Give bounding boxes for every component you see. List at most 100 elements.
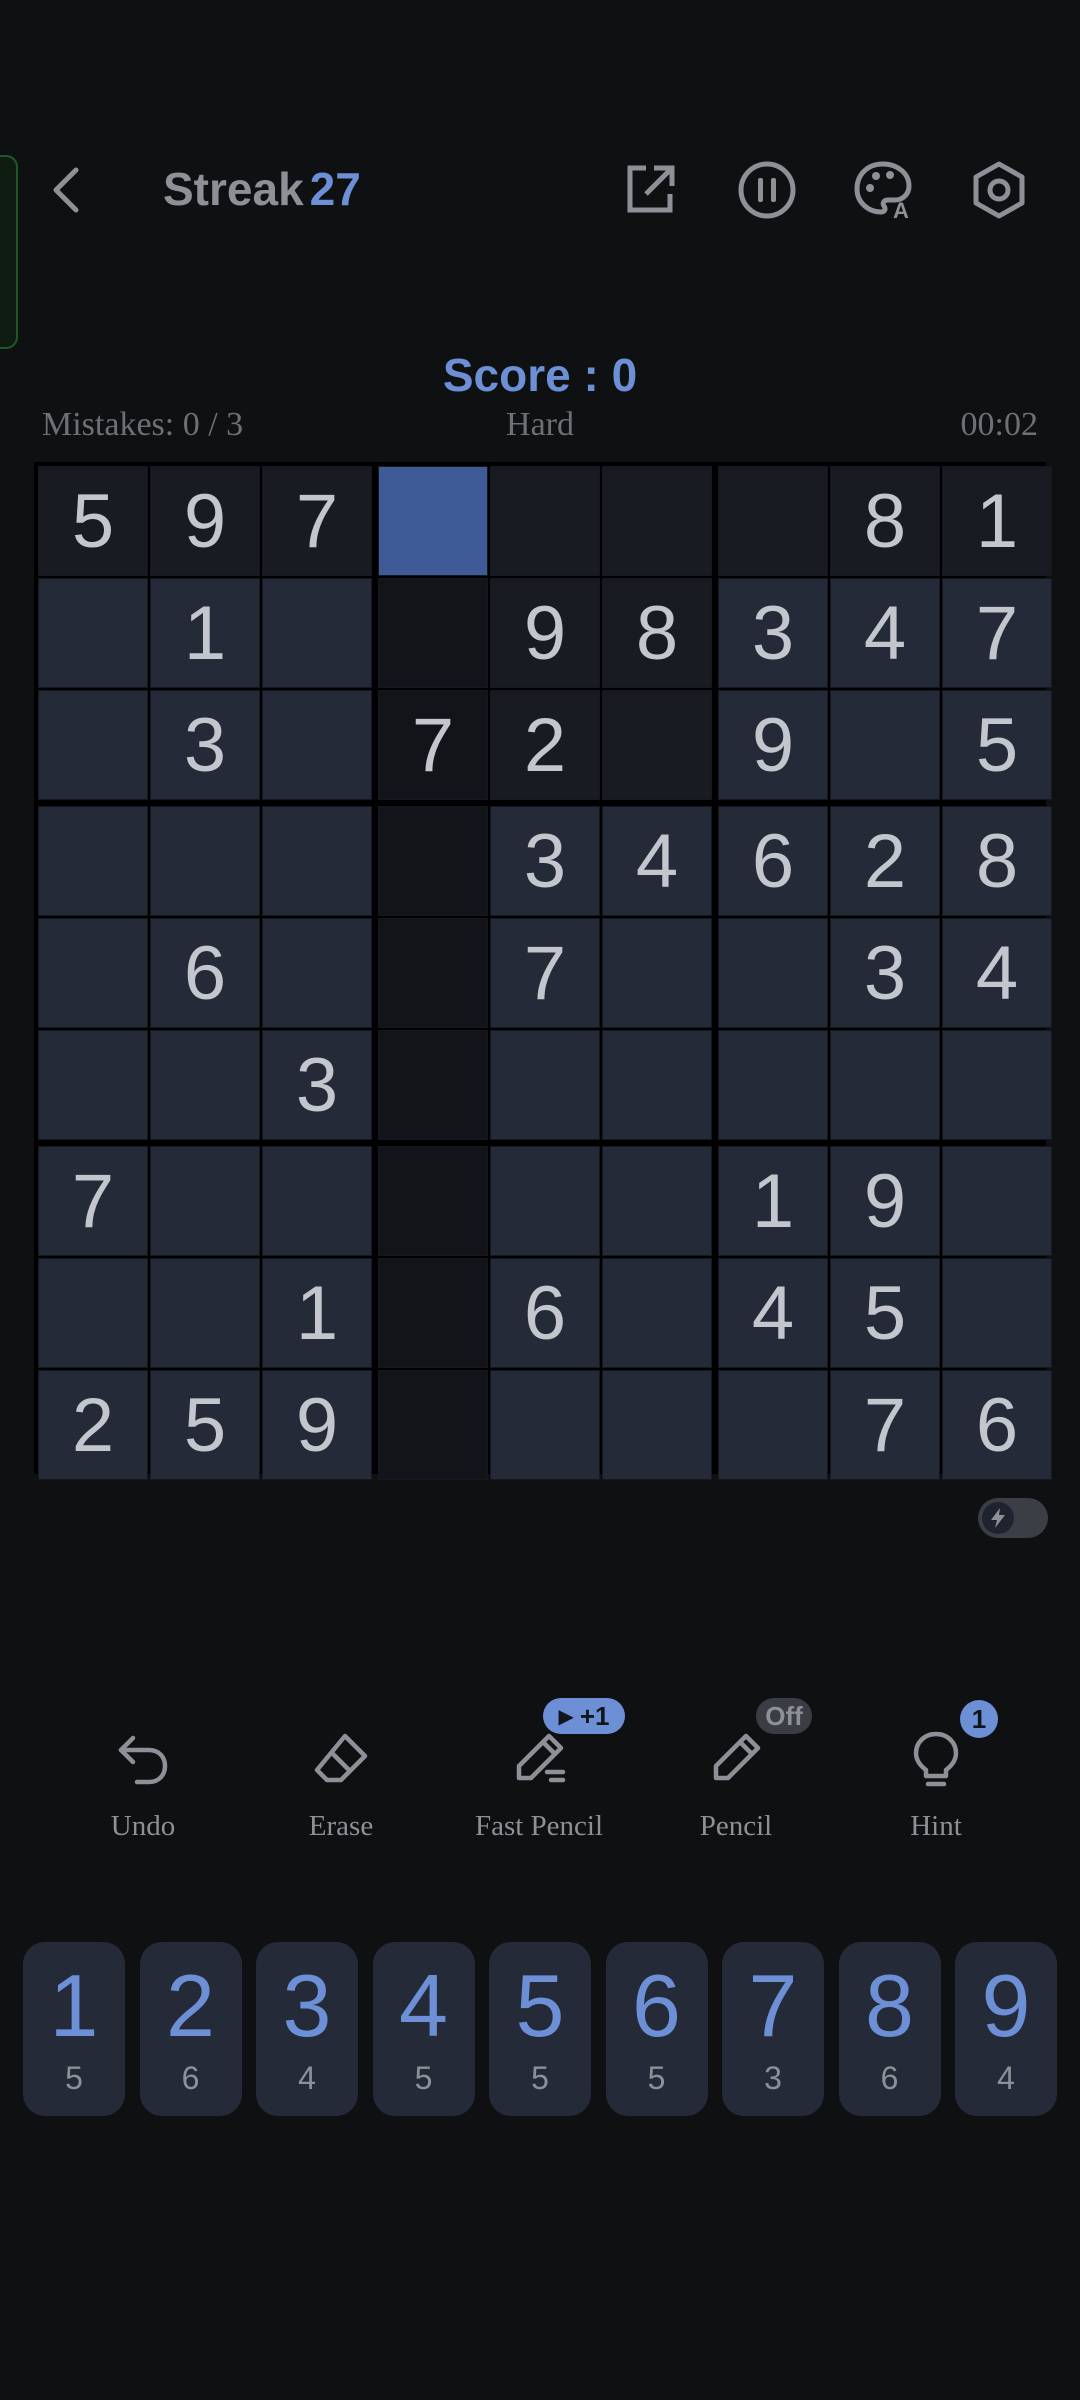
sudoku-cell-r7-c1[interactable]: 7 xyxy=(38,1146,148,1256)
sudoku-cell-r1-c5[interactable] xyxy=(490,466,600,576)
sudoku-cell-r4-c2[interactable] xyxy=(150,806,260,916)
sudoku-cell-r6-c6[interactable] xyxy=(602,1030,712,1140)
sudoku-cell-r9-c6[interactable] xyxy=(602,1370,712,1480)
sudoku-cell-r2-c4[interactable] xyxy=(378,578,488,688)
sudoku-cell-r6-c2[interactable] xyxy=(150,1030,260,1140)
sudoku-cell-r9-c9[interactable]: 6 xyxy=(942,1370,1052,1480)
sudoku-cell-r8-c6[interactable] xyxy=(602,1258,712,1368)
sudoku-cell-r8-c7[interactable]: 4 xyxy=(718,1258,828,1368)
sudoku-cell-r7-c5[interactable] xyxy=(490,1146,600,1256)
sudoku-cell-r6-c4[interactable] xyxy=(378,1030,488,1140)
sudoku-cell-r9-c1[interactable]: 2 xyxy=(38,1370,148,1480)
numpad-key-4[interactable]: 45 xyxy=(372,1942,475,2116)
sudoku-cell-r1-c7[interactable] xyxy=(718,466,828,576)
sudoku-cell-r4-c3[interactable] xyxy=(262,806,372,916)
sudoku-cell-r1-c4[interactable] xyxy=(378,466,488,576)
sudoku-cell-r2-c3[interactable] xyxy=(262,578,372,688)
sudoku-cell-r2-c9[interactable]: 7 xyxy=(942,578,1052,688)
sudoku-cell-r9-c3[interactable]: 9 xyxy=(262,1370,372,1480)
sudoku-cell-r2-c7[interactable]: 3 xyxy=(718,578,828,688)
sudoku-cell-r7-c2[interactable] xyxy=(150,1146,260,1256)
sudoku-cell-r3-c3[interactable] xyxy=(262,690,372,800)
sudoku-cell-r8-c9[interactable] xyxy=(942,1258,1052,1368)
sudoku-cell-r5-c5[interactable]: 7 xyxy=(490,918,600,1028)
sudoku-cell-r4-c1[interactable] xyxy=(38,806,148,916)
sudoku-cell-r9-c8[interactable]: 7 xyxy=(830,1370,940,1480)
erase-button[interactable]: Erase xyxy=(251,1700,431,1860)
numpad-key-1[interactable]: 15 xyxy=(23,1942,125,2116)
sudoku-cell-r7-c3[interactable] xyxy=(262,1146,372,1256)
sudoku-cell-r3-c5[interactable]: 2 xyxy=(490,690,600,800)
numpad-key-5[interactable]: 55 xyxy=(489,1942,591,2116)
sudoku-cell-r6-c9[interactable] xyxy=(942,1030,1052,1140)
sudoku-cell-r9-c4[interactable] xyxy=(378,1370,488,1480)
sudoku-cell-r3-c4[interactable]: 7 xyxy=(378,690,488,800)
sudoku-cell-r2-c1[interactable] xyxy=(38,578,148,688)
sudoku-cell-r7-c9[interactable] xyxy=(942,1146,1052,1256)
sudoku-cell-r6-c1[interactable] xyxy=(38,1030,148,1140)
sudoku-cell-r8-c3[interactable]: 1 xyxy=(262,1258,372,1368)
numpad-key-9[interactable]: 94 xyxy=(955,1942,1057,2116)
sudoku-cell-r8-c8[interactable]: 5 xyxy=(830,1258,940,1368)
sudoku-cell-r3-c6[interactable] xyxy=(602,690,712,800)
sudoku-cell-r3-c1[interactable] xyxy=(38,690,148,800)
sudoku-cell-r2-c2[interactable]: 1 xyxy=(150,578,260,688)
sudoku-cell-r5-c9[interactable]: 4 xyxy=(942,918,1052,1028)
back-icon[interactable] xyxy=(40,162,96,218)
sudoku-cell-r5-c2[interactable]: 6 xyxy=(150,918,260,1028)
palette-icon[interactable]: A xyxy=(853,160,913,223)
sudoku-cell-r2-c5[interactable]: 9 xyxy=(490,578,600,688)
sudoku-cell-r1-c6[interactable] xyxy=(602,466,712,576)
sudoku-cell-r6-c8[interactable] xyxy=(830,1030,940,1140)
sudoku-cell-r2-c8[interactable]: 4 xyxy=(830,578,940,688)
sudoku-cell-r9-c7[interactable] xyxy=(718,1370,828,1480)
sudoku-cell-r5-c3[interactable] xyxy=(262,918,372,1028)
sudoku-cell-r8-c2[interactable] xyxy=(150,1258,260,1368)
pause-icon[interactable] xyxy=(737,160,797,220)
sudoku-cell-r1-c9[interactable]: 1 xyxy=(942,466,1052,576)
sudoku-cell-r4-c4[interactable] xyxy=(378,806,488,916)
lightning-mode-toggle[interactable] xyxy=(978,1498,1048,1538)
sudoku-cell-r7-c8[interactable]: 9 xyxy=(830,1146,940,1256)
undo-button[interactable]: Undo xyxy=(53,1700,233,1860)
numpad-key-2[interactable]: 26 xyxy=(139,1942,242,2116)
sudoku-cell-r7-c7[interactable]: 1 xyxy=(718,1146,828,1256)
sudoku-cell-r1-c2[interactable]: 9 xyxy=(150,466,260,576)
sudoku-cell-r7-c6[interactable] xyxy=(602,1146,712,1256)
sudoku-cell-r4-c8[interactable]: 2 xyxy=(830,806,940,916)
sudoku-cell-r4-c6[interactable]: 4 xyxy=(602,806,712,916)
sudoku-cell-r4-c7[interactable]: 6 xyxy=(718,806,828,916)
numpad-key-8[interactable]: 86 xyxy=(838,1942,941,2116)
sudoku-cell-r5-c8[interactable]: 3 xyxy=(830,918,940,1028)
sudoku-cell-r6-c5[interactable] xyxy=(490,1030,600,1140)
share-icon[interactable] xyxy=(620,160,680,220)
sudoku-cell-r5-c6[interactable] xyxy=(602,918,712,1028)
sudoku-cell-r4-c9[interactable]: 8 xyxy=(942,806,1052,916)
sudoku-cell-r3-c2[interactable]: 3 xyxy=(150,690,260,800)
sudoku-cell-r3-c9[interactable]: 5 xyxy=(942,690,1052,800)
sudoku-cell-r9-c5[interactable] xyxy=(490,1370,600,1480)
sudoku-cell-r8-c4[interactable] xyxy=(378,1258,488,1368)
sudoku-cell-r5-c1[interactable] xyxy=(38,918,148,1028)
sudoku-cell-r4-c5[interactable]: 3 xyxy=(490,806,600,916)
sudoku-cell-r1-c1[interactable]: 5 xyxy=(38,466,148,576)
sudoku-cell-r5-c7[interactable] xyxy=(718,918,828,1028)
sudoku-cell-r3-c8[interactable] xyxy=(830,690,940,800)
sudoku-cell-r8-c1[interactable] xyxy=(38,1258,148,1368)
pencil-button[interactable]: Pencil Off xyxy=(646,1698,826,1860)
sudoku-cell-r9-c2[interactable]: 5 xyxy=(150,1370,260,1480)
settings-icon[interactable] xyxy=(969,160,1029,220)
sudoku-cell-r1-c3[interactable]: 7 xyxy=(262,466,372,576)
numpad-key-3[interactable]: 34 xyxy=(256,1942,358,2116)
numpad-key-7[interactable]: 73 xyxy=(722,1942,824,2116)
sudoku-cell-r6-c3[interactable]: 3 xyxy=(262,1030,372,1140)
sudoku-cell-r2-c6[interactable]: 8 xyxy=(602,578,712,688)
sudoku-cell-r8-c5[interactable]: 6 xyxy=(490,1258,600,1368)
numpad-key-6[interactable]: 65 xyxy=(605,1942,708,2116)
sudoku-cell-r5-c4[interactable] xyxy=(378,918,488,1028)
sudoku-cell-r3-c7[interactable]: 9 xyxy=(718,690,828,800)
hint-button[interactable]: Hint 1 xyxy=(846,1700,1026,1860)
sudoku-cell-r1-c8[interactable]: 8 xyxy=(830,466,940,576)
sudoku-cell-r6-c7[interactable] xyxy=(718,1030,828,1140)
fast-pencil-button[interactable]: Fast Pencil ▶ +1 xyxy=(449,1698,629,1860)
